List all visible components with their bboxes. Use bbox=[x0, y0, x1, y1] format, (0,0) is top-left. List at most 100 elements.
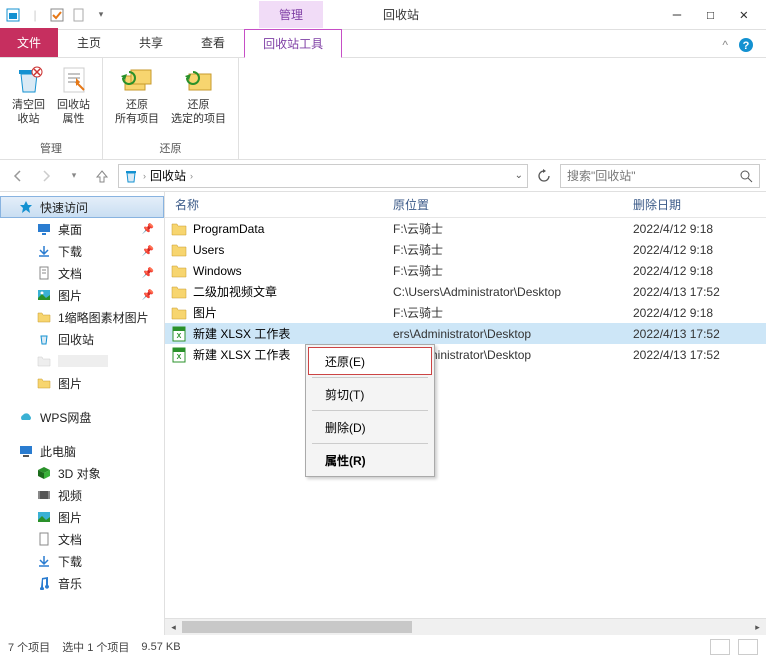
folder-icon bbox=[36, 353, 52, 369]
minimize-button[interactable]: — bbox=[673, 7, 681, 23]
tab-share[interactable]: 共享 bbox=[120, 28, 182, 57]
file-list: ProgramDataF:\云骑士2022/4/12 9:18UsersF:\云… bbox=[165, 218, 766, 618]
horizontal-scrollbar[interactable]: ◂ ▸ bbox=[165, 618, 766, 635]
sidebar-downloads[interactable]: 下载 📌 bbox=[0, 240, 164, 262]
sidebar-documents[interactable]: 文档 📌 bbox=[0, 262, 164, 284]
scroll-thumb[interactable] bbox=[182, 621, 412, 633]
sidebar-pictures3[interactable]: 图片 bbox=[0, 506, 164, 528]
file-name: ProgramData bbox=[193, 222, 264, 236]
status-size: 9.57 KB bbox=[141, 641, 180, 653]
recent-locations-button[interactable]: ▾ bbox=[62, 164, 86, 188]
search-icon[interactable] bbox=[739, 169, 753, 183]
context-delete[interactable]: 删除(D) bbox=[308, 413, 432, 441]
table-row[interactable]: X新建 XLSX 工作表ers\Administrator\Desktop202… bbox=[165, 344, 766, 365]
sidebar-label: 快速访问 bbox=[40, 199, 88, 216]
dropdown-icon[interactable]: ⌄ bbox=[515, 170, 523, 181]
tab-view[interactable]: 查看 bbox=[182, 28, 244, 57]
sidebar-label: 3D 对象 bbox=[58, 465, 101, 482]
status-bar: 7 个项目 选中 1 个项目 9.57 KB bbox=[0, 635, 766, 659]
tab-recycle-tools[interactable]: 回收站工具 bbox=[244, 29, 342, 58]
address-bar-row: ▾ › 回收站 › ⌄ 搜索"回收站" bbox=[0, 160, 766, 192]
sidebar-thumbnails[interactable]: 1缩略图素材图片 bbox=[0, 306, 164, 328]
delete-date: 2022/4/12 9:18 bbox=[633, 264, 766, 278]
recycle-bin-properties-button[interactable]: 回收站 属性 bbox=[51, 62, 96, 137]
chevron-right-icon[interactable]: › bbox=[190, 171, 193, 181]
delete-date: 2022/4/12 9:18 bbox=[633, 306, 766, 320]
context-cut[interactable]: 剪切(T) bbox=[308, 380, 432, 408]
restore-selected-button[interactable]: 还原 选定的项目 bbox=[165, 62, 232, 137]
pc-icon bbox=[18, 443, 34, 459]
sidebar-label: 文档 bbox=[58, 265, 82, 282]
recycle-bin-app-icon bbox=[5, 7, 21, 23]
table-row[interactable]: 二级加视频文章C:\Users\Administrator\Desktop202… bbox=[165, 281, 766, 302]
sidebar-pictures2[interactable]: 图片 bbox=[0, 372, 164, 394]
scroll-left-icon[interactable]: ◂ bbox=[165, 619, 182, 635]
folder-icon bbox=[171, 284, 187, 300]
sidebar-wps[interactable]: WPS网盘 bbox=[0, 406, 164, 428]
dropdown-icon[interactable]: ▾ bbox=[93, 7, 109, 23]
ribbon-group-restore: 还原 所有项目 还原 选定的项目 还原 bbox=[103, 58, 239, 159]
up-button[interactable] bbox=[90, 164, 114, 188]
sidebar-downloads2[interactable]: 下载 bbox=[0, 550, 164, 572]
forward-button[interactable] bbox=[34, 164, 58, 188]
table-row[interactable]: WindowsF:\云骑士2022/4/12 9:18 bbox=[165, 260, 766, 281]
table-row[interactable]: X新建 XLSX 工作表ers\Administrator\Desktop202… bbox=[165, 323, 766, 344]
group-name-manage: 管理 bbox=[6, 137, 96, 159]
picture-icon bbox=[36, 287, 52, 303]
sidebar-recycle[interactable]: 回收站 bbox=[0, 328, 164, 350]
view-details-button[interactable] bbox=[710, 639, 730, 655]
sidebar-label: 图片 bbox=[58, 287, 82, 304]
header-name[interactable]: 名称 bbox=[165, 196, 393, 213]
tab-file[interactable]: 文件 bbox=[0, 28, 58, 57]
header-original-location[interactable]: 原位置 bbox=[393, 196, 633, 213]
delete-date: 2022/4/13 17:52 bbox=[633, 285, 766, 299]
restore-all-button[interactable]: 还原 所有项目 bbox=[109, 62, 165, 137]
context-properties[interactable]: 属性(R) bbox=[308, 446, 432, 474]
sidebar-music[interactable]: 音乐 bbox=[0, 572, 164, 594]
refresh-button[interactable] bbox=[532, 164, 556, 188]
file-name: 图片 bbox=[193, 304, 217, 321]
sidebar-this-pc[interactable]: 此电脑 bbox=[0, 440, 164, 462]
desktop-icon bbox=[36, 221, 52, 237]
search-box[interactable]: 搜索"回收站" bbox=[560, 164, 760, 188]
sidebar-label: 下载 bbox=[58, 243, 82, 260]
empty-bin-icon bbox=[13, 64, 45, 96]
scroll-right-icon[interactable]: ▸ bbox=[749, 619, 766, 635]
ribbon: 清空回 收站 回收站 属性 管理 还原 所有项目 还原 bbox=[0, 58, 766, 160]
sidebar-pictures[interactable]: 图片 📌 bbox=[0, 284, 164, 306]
breadcrumb[interactable]: › 回收站 › ⌄ bbox=[118, 164, 528, 188]
close-button[interactable]: ✕ bbox=[740, 7, 748, 23]
table-row[interactable]: ProgramDataF:\云骑士2022/4/12 9:18 bbox=[165, 218, 766, 239]
empty-recycle-bin-button[interactable]: 清空回 收站 bbox=[6, 62, 51, 137]
sidebar-quick-access[interactable]: 快速访问 bbox=[0, 196, 164, 218]
delete-date: 2022/4/12 9:18 bbox=[633, 243, 766, 257]
table-row[interactable]: UsersF:\云骑士2022/4/12 9:18 bbox=[165, 239, 766, 260]
table-row[interactable]: 图片F:\云骑士2022/4/12 9:18 bbox=[165, 302, 766, 323]
search-placeholder: 搜索"回收站" bbox=[567, 167, 636, 184]
view-icons-button[interactable] bbox=[738, 639, 758, 655]
tab-header-manage[interactable]: 管理 bbox=[259, 1, 323, 28]
chevron-right-icon[interactable]: › bbox=[143, 171, 146, 181]
sidebar-blank[interactable] bbox=[0, 350, 164, 372]
sidebar-label: 视频 bbox=[58, 487, 82, 504]
new-icon[interactable] bbox=[71, 7, 87, 23]
sidebar-label: 1缩略图素材图片 bbox=[58, 309, 149, 326]
collapse-ribbon-icon[interactable]: ^ bbox=[722, 38, 728, 52]
status-selected-count: 选中 1 个项目 bbox=[62, 639, 129, 655]
breadcrumb-location[interactable]: 回收站 bbox=[150, 167, 186, 184]
header-delete-date[interactable]: 删除日期 bbox=[633, 196, 766, 213]
ribbon-group-manage: 清空回 收站 回收站 属性 管理 bbox=[0, 58, 103, 159]
maximize-button[interactable]: ☐ bbox=[706, 7, 714, 23]
sidebar-3d[interactable]: 3D 对象 bbox=[0, 462, 164, 484]
scroll-track[interactable] bbox=[182, 619, 749, 635]
sidebar-desktop[interactable]: 桌面 📌 bbox=[0, 218, 164, 240]
sidebar-docs2[interactable]: 文档 bbox=[0, 528, 164, 550]
original-location: F:\云骑士 bbox=[393, 220, 633, 237]
help-icon[interactable]: ? bbox=[738, 37, 754, 53]
music-icon bbox=[36, 575, 52, 591]
sidebar-video[interactable]: 视频 bbox=[0, 484, 164, 506]
checkbox-icon[interactable] bbox=[49, 7, 65, 23]
tab-home[interactable]: 主页 bbox=[58, 28, 120, 57]
back-button[interactable] bbox=[6, 164, 30, 188]
context-restore[interactable]: 还原(E) bbox=[308, 347, 432, 375]
